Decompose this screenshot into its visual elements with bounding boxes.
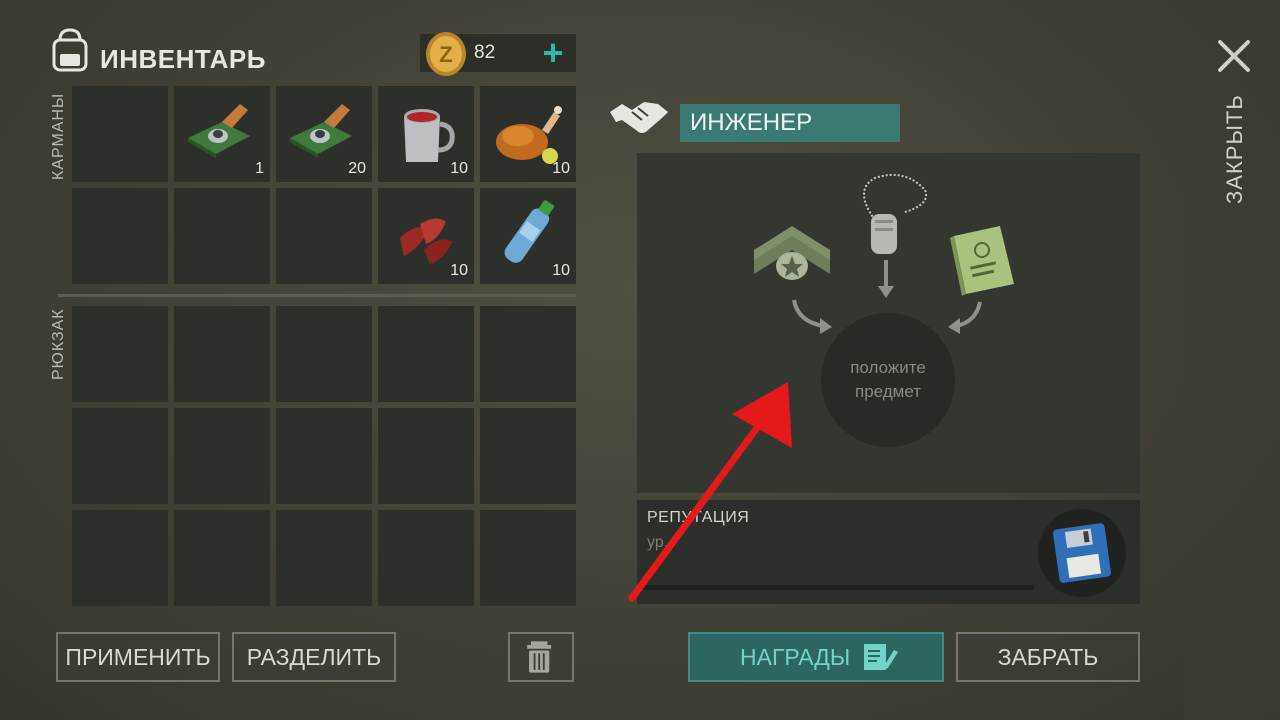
handshake-icon: [610, 102, 668, 133]
rewards-button[interactable]: НАГРАДЫ: [688, 632, 944, 682]
pocket-slot[interactable]: [276, 188, 372, 284]
drop-hint-line2: предмет: [854, 382, 922, 401]
reputation-title: РЕПУТАЦИЯ: [647, 509, 750, 526]
inventory-title: ИНВЕНТАРЬ: [100, 44, 266, 74]
pocket-slot[interactable]: 20: [276, 86, 372, 182]
backpack-slot[interactable]: [72, 408, 168, 504]
trash-icon: [527, 641, 552, 673]
backpack-label: РЮКЗАК: [50, 308, 67, 380]
split-button[interactable]: РАЗДЕЛИТЬ: [232, 632, 396, 682]
backpack-slot[interactable]: [378, 510, 474, 606]
pocket-slot[interactable]: 1: [174, 86, 270, 182]
close-icon[interactable]: [1214, 36, 1254, 76]
backpack-slot[interactable]: [480, 408, 576, 504]
take-button[interactable]: ЗАБРАТЬ: [956, 632, 1140, 682]
trash-button[interactable]: [508, 632, 574, 682]
backpack-slot[interactable]: [174, 408, 270, 504]
close-button[interactable]: ЗАКРЫТЬ: [1222, 94, 1248, 204]
apply-button[interactable]: ПРИМЕНИТЬ: [56, 632, 220, 682]
reputation-level: ур.: [647, 534, 669, 551]
backpack-grid: [72, 306, 576, 606]
item-quantity: 10: [552, 262, 570, 279]
pocket-slot[interactable]: [72, 188, 168, 284]
backpack-slot[interactable]: [480, 510, 576, 606]
backpack-slot[interactable]: [276, 408, 372, 504]
dog-tag-icon: [863, 174, 927, 254]
floppy-disk-icon: [1053, 523, 1111, 583]
pocket-slot[interactable]: 10: [480, 188, 576, 284]
backpack-slot[interactable]: [276, 510, 372, 606]
drop-hint-line1: положите: [850, 358, 926, 377]
backpack-slot[interactable]: [480, 306, 576, 402]
edit-document-icon: [864, 644, 898, 670]
backpack-slot[interactable]: [378, 306, 474, 402]
backpack-slot[interactable]: [174, 510, 270, 606]
section-divider: [58, 294, 576, 297]
backpack-slot[interactable]: [276, 306, 372, 402]
item-quantity: 10: [450, 160, 468, 177]
pocket-slot[interactable]: 10: [480, 86, 576, 182]
pocket-slot[interactable]: [174, 188, 270, 284]
pockets-grid: 1 20 10 10 10 10: [72, 86, 576, 284]
pocket-slot[interactable]: [72, 86, 168, 182]
pocket-slot[interactable]: 10: [378, 188, 474, 284]
pockets-label: КАРМАНЫ: [50, 92, 67, 180]
drop-hint: положите предмет: [821, 356, 955, 404]
backpack-slot[interactable]: [174, 306, 270, 402]
reputation-progress-bar: [644, 585, 1034, 590]
backpack-slot[interactable]: [378, 408, 474, 504]
trader-name: ИНЖЕНЕР: [680, 104, 900, 142]
pocket-slot[interactable]: 10: [378, 86, 474, 182]
coin-amount: 82: [474, 42, 496, 63]
backpack-icon: [52, 28, 88, 72]
coin-icon: Z: [426, 32, 466, 76]
backpack-slot[interactable]: [72, 510, 168, 606]
item-quantity: 1: [255, 160, 264, 177]
add-coins-button[interactable]: +: [534, 34, 572, 72]
circuit-board-icon: [188, 104, 250, 158]
item-quantity: 10: [552, 160, 570, 177]
item-quantity: 10: [450, 262, 468, 279]
item-quantity: 20: [348, 160, 366, 177]
svg-text:Z: Z: [439, 42, 452, 67]
backpack-slot[interactable]: [72, 306, 168, 402]
